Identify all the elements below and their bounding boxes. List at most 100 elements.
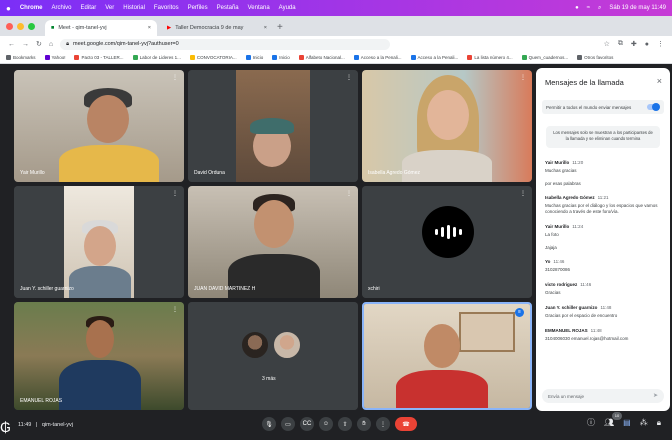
speaking-indicator-icon: ≡ xyxy=(515,308,524,317)
more-options-icon[interactable]: ⋮ xyxy=(346,74,352,81)
message-author: Yo 11:46 xyxy=(545,259,663,264)
bookmark-item[interactable]: Inicio xyxy=(272,54,290,61)
menu-item[interactable]: Perfiles xyxy=(188,5,208,11)
menu-item[interactable]: Ver xyxy=(105,5,114,11)
bookmark-item[interactable]: Bookmarks xyxy=(6,55,36,61)
participant-tile[interactable]: ⋮ David Orduna xyxy=(188,70,358,182)
author-name: Yo xyxy=(545,259,551,264)
menu-item[interactable]: Historial xyxy=(123,5,145,11)
bookmark-label: Acceso a la Penali... xyxy=(360,54,402,60)
bookmark-item[interactable]: Acceso a la Penali... xyxy=(353,54,402,61)
menu-app[interactable]: Chrome xyxy=(20,5,43,11)
close-window-icon[interactable] xyxy=(6,22,13,30)
reload-icon[interactable]: ↻ xyxy=(36,40,42,48)
bookmark-item[interactable]: Inicio xyxy=(245,55,263,61)
bookmark-item[interactable]: CONVOCATORIA... xyxy=(189,55,237,61)
new-tab-icon[interactable]: + xyxy=(277,20,283,36)
participant-name: JUAN DAVID MARTINEZ H xyxy=(194,286,256,292)
activities-icon[interactable]: ⁂ xyxy=(640,418,648,427)
url-field[interactable]: 🔒︎ meet.google.com/qim-tanel-yvj?authuse… xyxy=(60,38,391,50)
kebab-menu-icon[interactable]: ⋮ xyxy=(657,40,664,48)
menu-item[interactable]: Editar xyxy=(81,5,97,11)
info-icon[interactable]: ⓘ xyxy=(587,417,595,428)
menu-item[interactable]: Ayuda xyxy=(279,5,296,11)
separator: | xyxy=(35,422,38,428)
meeting-code: qim-tanel-yvj xyxy=(41,422,74,428)
chat-panel: Mensajes de la llamada × Permitir a todo… xyxy=(536,68,670,411)
bookmark-item[interactable]: Labor de Lideres 1... xyxy=(132,55,181,61)
bookmark-item[interactable]: Yahoo! xyxy=(44,54,66,61)
more-options-icon[interactable]: ⋮ xyxy=(172,74,178,81)
puzzle-icon[interactable]: ✚ xyxy=(631,40,637,48)
camera-icon[interactable]: ▭ xyxy=(281,417,295,431)
menu-item[interactable]: Ventana xyxy=(248,5,270,11)
participant-tile[interactable]: ⋮ EMANUEL ROJAS xyxy=(14,302,184,410)
send-icon[interactable]: ➤ xyxy=(653,392,658,399)
participant-tile[interactable]: ⋮ JUAN DAVID MARTINEZ H xyxy=(188,186,358,298)
more-options-icon[interactable]: ⋮ xyxy=(346,190,352,197)
zoom-window-icon[interactable] xyxy=(28,22,35,30)
apple-icon[interactable]: ● xyxy=(6,4,11,13)
tab-youtube[interactable]: ▶ Taller Democracia 9 de may × xyxy=(161,20,273,36)
participant-tile[interactable]: ⋮ Juan Y. schiller guarnizo xyxy=(14,186,184,298)
chat-icon[interactable]: ▤ xyxy=(623,418,631,427)
present-screen-icon[interactable]: ⇧ xyxy=(338,417,352,431)
raise-hand-icon[interactable]: ✋︎ xyxy=(357,417,371,431)
participant-tile[interactable]: 3 más xyxy=(188,302,358,410)
back-icon[interactable]: ← xyxy=(8,41,15,48)
menubar-clock[interactable]: Sáb 19 de may 11:49 xyxy=(609,5,666,11)
end-call-button[interactable]: ☎︎ xyxy=(395,417,417,431)
allow-messages-toggle[interactable] xyxy=(647,103,660,111)
menu-item[interactable]: Archivo xyxy=(52,5,72,11)
bookmark-item[interactable]: Alfabeto Nacional... xyxy=(298,55,345,61)
bookmark-label: Inicio xyxy=(279,54,290,60)
minimize-window-icon[interactable] xyxy=(17,22,24,30)
chat-message-input[interactable]: Envía un mensaje ➤ xyxy=(542,389,664,403)
meeting-info: 11:49 | qim-tanel-yvj xyxy=(18,422,73,428)
message-author: Yair Murillo 11:24 xyxy=(545,224,663,229)
close-icon[interactable]: × xyxy=(657,76,662,86)
forward-icon[interactable]: → xyxy=(22,41,29,48)
more-options-icon[interactable]: ⋮ xyxy=(520,74,526,81)
tab-close-icon[interactable]: × xyxy=(148,25,151,31)
more-options-icon[interactable]: ⋮ xyxy=(376,417,390,431)
bookmark-label: Yahoo! xyxy=(51,54,66,60)
bookmark-item[interactable]: La lista número 4... xyxy=(467,55,513,61)
audio-indicator-icon xyxy=(422,206,474,258)
address-toolbar: ← → ↻ ⌂ 🔒︎ meet.google.com/qim-tanel-yvj… xyxy=(0,36,672,52)
star-icon[interactable]: ☆ xyxy=(604,40,610,48)
lock-icon[interactable]: 🔒︎ xyxy=(657,418,661,428)
participant-tile[interactable]: ≡ xyxy=(362,302,532,410)
allow-messages-row: Permitir a todos el mundo enviar mensaje… xyxy=(542,100,664,114)
message-time: 11:21 xyxy=(597,195,609,200)
more-options-icon[interactable]: ⋮ xyxy=(172,190,178,197)
bookmark-item[interactable]: Pacto 03 - TALLER... xyxy=(74,55,124,61)
menu-item[interactable]: Favoritos xyxy=(154,5,179,11)
menu-item[interactable]: Pestaña xyxy=(217,5,239,11)
participant-tile[interactable]: ⋮ Yair Murillo xyxy=(14,70,184,182)
extension-icon[interactable]: ⧉ xyxy=(618,40,623,48)
home-icon[interactable]: ⌂ xyxy=(49,41,53,48)
participant-tile[interactable]: ⋮ Isabella Agredo Gómez xyxy=(362,70,532,182)
more-options-icon[interactable]: ⋮ xyxy=(520,190,526,197)
search-icon[interactable]: ⌕ xyxy=(598,5,601,12)
bookmark-item[interactable]: Quem_cuadernos... xyxy=(521,55,568,61)
captions-icon[interactable]: CC xyxy=(300,417,314,431)
participant-tile[interactable]: ⋮ xchiri xyxy=(362,186,532,298)
message-text: Gracias xyxy=(545,290,561,295)
message-time: 11:46 xyxy=(553,259,565,264)
bookmark-icon xyxy=(189,55,195,61)
people-icon[interactable]: 👥︎ xyxy=(604,418,614,427)
microphone-icon[interactable]: 🎙︎ xyxy=(262,417,276,431)
record-icon[interactable]: ● xyxy=(575,5,579,11)
wifi-icon[interactable]: ≈ xyxy=(587,5,590,11)
tab-close-icon[interactable]: × xyxy=(264,25,267,31)
bookmark-item[interactable]: Acceso a la Penali... xyxy=(410,55,458,61)
more-options-icon[interactable]: ⋮ xyxy=(172,306,178,313)
bookmark-item[interactable]: Otros favoritos xyxy=(577,55,613,61)
message-text: Muchas gracias por el diálogo y los espa… xyxy=(545,203,658,214)
profile-icon[interactable]: ● xyxy=(645,41,649,48)
tab-meet[interactable]: ■ Meet - qim-tanel-yvj × xyxy=(45,20,157,36)
emoji-icon[interactable]: ☺ xyxy=(319,417,333,431)
bookmark-icon xyxy=(467,55,473,61)
